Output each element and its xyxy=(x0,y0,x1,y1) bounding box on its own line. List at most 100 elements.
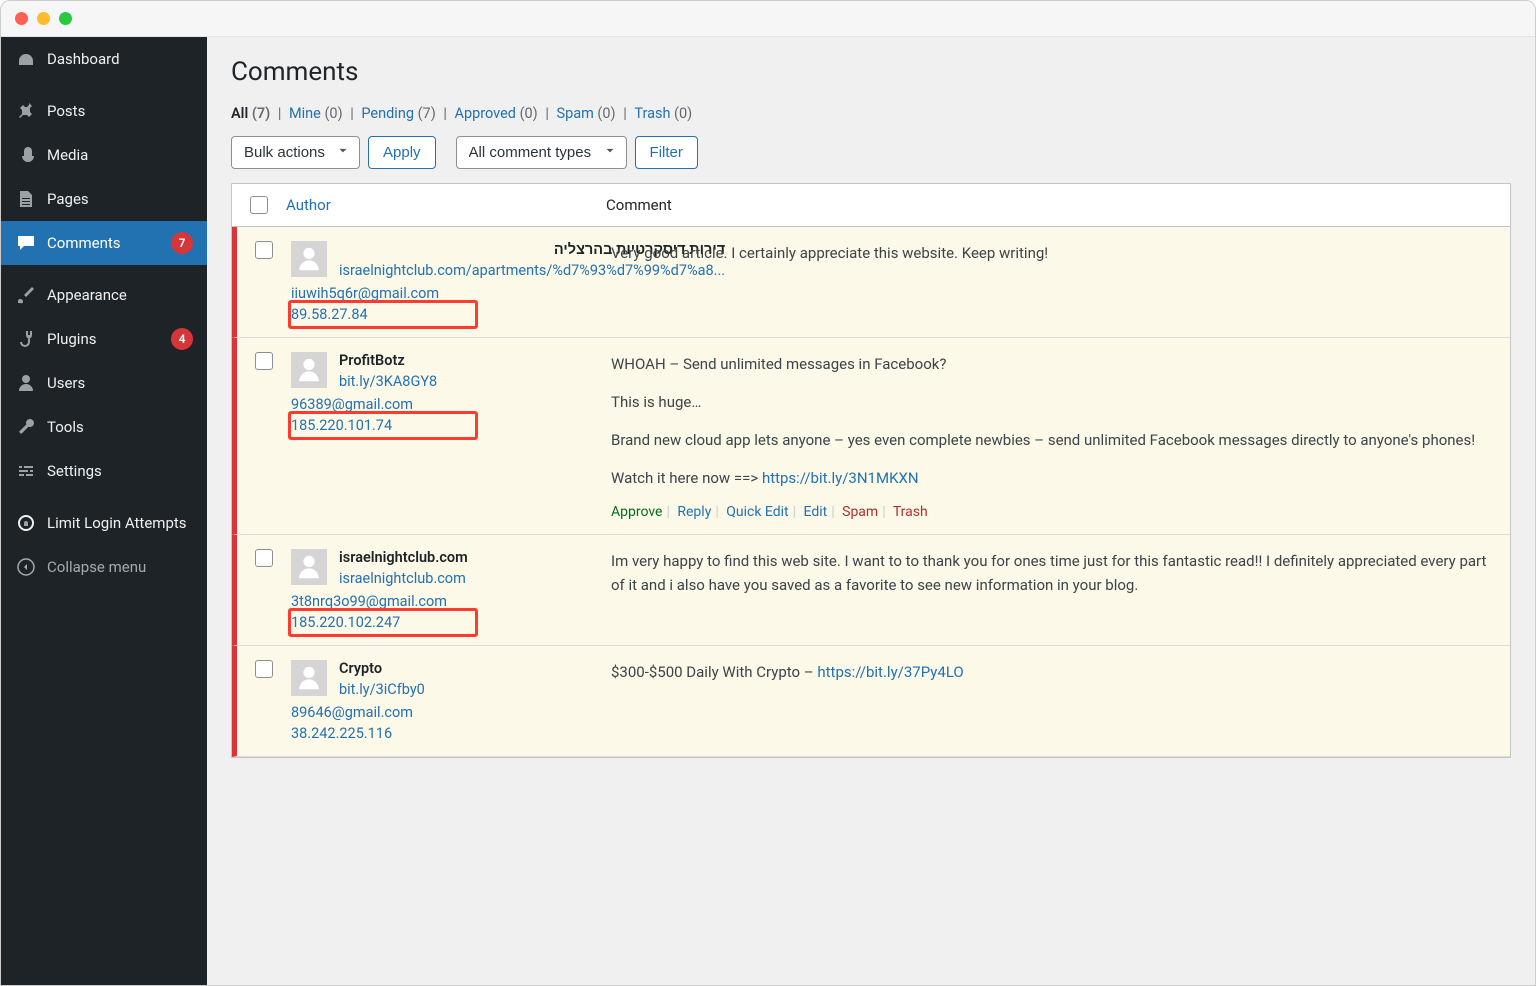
wrench-icon xyxy=(15,416,37,438)
brush-icon xyxy=(15,284,37,306)
author-ip-link[interactable]: 89.58.27.84 xyxy=(291,306,595,323)
author-email-link[interactable]: iiuwih5q6r@gmail.com xyxy=(291,285,595,302)
sidebar-item-label: Settings xyxy=(47,462,193,480)
spam-link[interactable]: Spam xyxy=(842,504,878,520)
filter-link-spam[interactable]: Spam (0) xyxy=(556,105,615,122)
filter-links: All (7) | Mine (0) | Pending (7) | Appro… xyxy=(231,105,1511,122)
filter-link-all[interactable]: All (7) xyxy=(231,105,270,122)
sidebar-item-limit-login-attempts[interactable]: Limit Login Attempts xyxy=(1,501,207,545)
filter-link-pending[interactable]: Pending (7) xyxy=(361,105,435,122)
author-email-link[interactable]: 3t8nrq3o99@gmail.com xyxy=(291,593,595,610)
admin-sidebar: Dashboard Posts Media Pages Comments 7 A… xyxy=(1,37,207,985)
author-ip-link[interactable]: 185.220.102.247 xyxy=(291,614,595,631)
sidebar-item-appearance[interactable]: Appearance xyxy=(1,273,207,317)
filter-link-approved[interactable]: Approved (0) xyxy=(454,105,537,122)
table-header-row: Author Comment xyxy=(232,184,1510,227)
sidebar-badge: 4 xyxy=(171,328,193,350)
app-window: Dashboard Posts Media Pages Comments 7 A… xyxy=(0,0,1536,986)
sidebar-item-label: Appearance xyxy=(47,286,193,304)
main-layout: Dashboard Posts Media Pages Comments 7 A… xyxy=(1,37,1535,985)
sidebar-item-label: Media xyxy=(47,146,193,164)
filter-button[interactable]: Filter xyxy=(635,136,698,169)
approve-link[interactable]: Approve xyxy=(611,504,662,520)
row-checkbox[interactable] xyxy=(255,241,273,259)
window-maximize-icon[interactable] xyxy=(59,12,72,25)
sidebar-item-label: Plugins xyxy=(47,330,161,348)
dashboard-icon xyxy=(15,48,37,70)
comments-table: Author Comment דירות דיסקרטיות בהרצליה i… xyxy=(231,183,1511,758)
author-name: Crypto xyxy=(339,660,425,677)
table-row: Crypto bit.ly/3iCfby0 89646@gmail.com 38… xyxy=(232,646,1510,757)
comment-body: Im very happy to find this web site. I w… xyxy=(611,549,1494,597)
settings-icon xyxy=(15,460,37,482)
avatar xyxy=(291,549,327,585)
lock-icon xyxy=(15,512,37,534)
plug-icon xyxy=(15,328,37,350)
author-name: israelnightclub.com xyxy=(339,549,468,566)
row-checkbox[interactable] xyxy=(255,549,273,567)
row-checkbox[interactable] xyxy=(255,352,273,370)
sidebar-item-comments[interactable]: Comments 7 xyxy=(1,221,207,265)
table-row: ProfitBotz bit.ly/3KA8GY8 96389@gmail.co… xyxy=(232,338,1510,535)
pin-icon xyxy=(15,100,37,122)
select-all-checkbox[interactable] xyxy=(250,196,268,214)
row-actions: Approve| Reply| Quick Edit| Edit| Spam| … xyxy=(611,504,1494,520)
avatar xyxy=(291,352,327,388)
sidebar-item-label: Posts xyxy=(47,102,193,120)
author-ip-link[interactable]: 38.242.225.116 xyxy=(291,725,595,742)
page-title: Comments xyxy=(231,57,1511,87)
comment-type-select[interactable]: All comment types xyxy=(456,136,627,169)
sidebar-item-label: Users xyxy=(47,374,193,392)
comment-body: Very good article. I certainly appreciat… xyxy=(611,241,1494,265)
row-checkbox[interactable] xyxy=(255,660,273,678)
sidebar-item-label: Dashboard xyxy=(47,50,193,68)
filter-link-mine[interactable]: Mine (0) xyxy=(289,105,343,122)
trash-link[interactable]: Trash xyxy=(893,504,928,520)
sidebar-item-plugins[interactable]: Plugins 4 xyxy=(1,317,207,361)
sidebar-item-pages[interactable]: Pages xyxy=(1,177,207,221)
comment-icon xyxy=(15,232,37,254)
author-email-link[interactable]: 89646@gmail.com xyxy=(291,704,595,721)
sidebar-item-media[interactable]: Media xyxy=(1,133,207,177)
edit-link[interactable]: Edit xyxy=(804,504,828,520)
sidebar-item-label: Comments xyxy=(47,234,161,252)
bulk-actions-select[interactable]: Bulk actions xyxy=(231,136,360,169)
author-url-link[interactable]: bit.ly/3iCfby0 xyxy=(339,681,425,698)
author-name: ProfitBotz xyxy=(339,352,437,369)
collapse-menu-button[interactable]: Collapse menu xyxy=(1,545,207,589)
window-close-icon[interactable] xyxy=(15,12,28,25)
author-email-link[interactable]: 96389@gmail.com xyxy=(291,396,595,413)
sidebar-item-label: Limit Login Attempts xyxy=(47,514,193,532)
reply-link[interactable]: Reply xyxy=(677,504,711,520)
sidebar-item-tools[interactable]: Tools xyxy=(1,405,207,449)
avatar xyxy=(291,241,327,277)
author-ip-link[interactable]: 185.220.101.74 xyxy=(291,417,595,434)
action-bar: Bulk actions Apply All comment types xyxy=(231,136,1511,169)
filter-link-trash[interactable]: Trash (0) xyxy=(634,105,692,122)
column-comment-header: Comment xyxy=(606,196,1510,214)
author-url-link[interactable]: israelnightclub.com xyxy=(339,570,468,587)
author-url-link[interactable]: bit.ly/3KA8GY8 xyxy=(339,373,437,390)
window-titlebar xyxy=(1,1,1535,37)
sidebar-item-posts[interactable]: Posts xyxy=(1,89,207,133)
comment-body: WHOAH – Send unlimited messages in Faceb… xyxy=(611,352,1494,490)
comment-body: $300-$500 Daily With Crypto – https://bi… xyxy=(611,660,1494,684)
sidebar-badge: 7 xyxy=(171,232,193,254)
apply-button[interactable]: Apply xyxy=(368,136,436,169)
content-area: Comments All (7) | Mine (0) | Pending (7… xyxy=(207,37,1535,985)
sidebar-item-users[interactable]: Users xyxy=(1,361,207,405)
table-row: דירות דיסקרטיות בהרצליה israelnightclub.… xyxy=(232,227,1510,338)
user-icon xyxy=(15,372,37,394)
sidebar-item-settings[interactable]: Settings xyxy=(1,449,207,493)
window-minimize-icon[interactable] xyxy=(37,12,50,25)
sidebar-item-dashboard[interactable]: Dashboard xyxy=(1,37,207,81)
table-row: israelnightclub.com israelnightclub.com … xyxy=(232,535,1510,646)
media-icon xyxy=(15,144,37,166)
sidebar-item-label: Pages xyxy=(47,190,193,208)
page-icon xyxy=(15,188,37,210)
quick-edit-link[interactable]: Quick Edit xyxy=(726,504,788,520)
collapse-icon xyxy=(15,556,37,578)
collapse-label: Collapse menu xyxy=(47,558,146,576)
sidebar-item-label: Tools xyxy=(47,418,193,436)
column-author-header[interactable]: Author xyxy=(286,196,606,214)
